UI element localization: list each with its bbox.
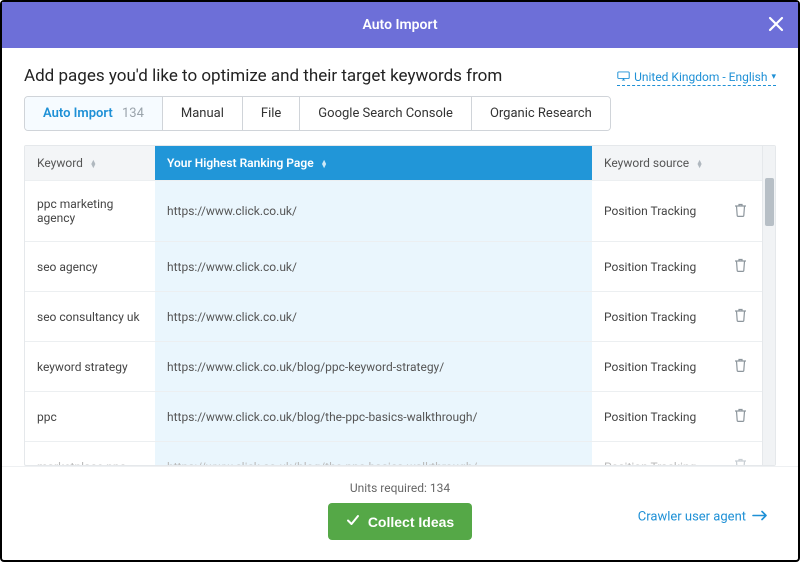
trash-icon[interactable] [734, 206, 747, 220]
cell-page: https://www.click.co.uk/ [155, 242, 592, 292]
tab-manual[interactable]: Manual [163, 97, 243, 130]
tab-label: Google Search Console [318, 106, 453, 121]
cell-delete [722, 392, 762, 442]
trash-icon[interactable] [734, 411, 747, 425]
modal-body: Add pages you'd like to optimize and the… [2, 48, 798, 466]
cell-keyword: keyword strategy [25, 342, 155, 392]
cell-delete [722, 242, 762, 292]
check-icon [346, 513, 360, 530]
locale-selector[interactable]: United Kingdom - English ▾ [617, 70, 776, 86]
sort-icon: ▲▼ [321, 160, 328, 168]
col-delete-header [722, 146, 762, 181]
cell-delete [722, 292, 762, 342]
cell-delete [722, 342, 762, 392]
cell-keyword: ppc marketing agency [25, 181, 155, 242]
chevron-down-icon: ▾ [771, 72, 776, 82]
cell-page: https://www.click.co.uk/blog/the-ppc-bas… [155, 442, 592, 466]
modal-header: Auto Import [2, 2, 798, 48]
import-tabs: Auto Import 134 Manual File Google Searc… [24, 96, 611, 131]
cell-source: Position Tracking [592, 292, 722, 342]
trash-icon[interactable] [734, 311, 747, 325]
cell-keyword: marketplace ppc [25, 442, 155, 466]
table-row: seo consultancy uk https://www.click.co.… [25, 292, 762, 342]
table-row: ppc https://www.click.co.uk/blog/the-ppc… [25, 392, 762, 442]
tab-auto-import[interactable]: Auto Import 134 [25, 97, 163, 130]
table-body: ppc marketing agency https://www.click.c… [25, 181, 762, 466]
cell-page: https://www.click.co.uk/ [155, 292, 592, 342]
subhead-text: Add pages you'd like to optimize and the… [24, 66, 502, 86]
trash-icon[interactable] [734, 261, 747, 275]
scrollbar[interactable] [762, 146, 775, 465]
col-label: Your Highest Ranking Page [167, 156, 314, 170]
sort-icon: ▲▼ [90, 160, 97, 168]
locale-label: United Kingdom - English [634, 70, 767, 84]
cell-source: Position Tracking [592, 342, 722, 392]
tab-gsc[interactable]: Google Search Console [300, 97, 472, 130]
table-row: marketplace ppc https://www.click.co.uk/… [25, 442, 762, 466]
table-row: seo agency https://www.click.co.uk/ Posi… [25, 242, 762, 292]
col-label: Keyword [37, 156, 83, 170]
subhead-row: Add pages you'd like to optimize and the… [24, 66, 776, 86]
modal-title: Auto Import [362, 17, 437, 33]
cell-delete [722, 181, 762, 242]
cell-source: Position Tracking [592, 392, 722, 442]
tab-organic-research[interactable]: Organic Research [472, 97, 610, 130]
cell-source: Position Tracking [592, 242, 722, 292]
tab-count: 134 [122, 106, 144, 121]
table-row: ppc marketing agency https://www.click.c… [25, 181, 762, 242]
cell-keyword: seo consultancy uk [25, 292, 155, 342]
scroll-thumb[interactable] [765, 178, 774, 226]
col-label: Keyword source [604, 156, 689, 170]
tab-label: Organic Research [490, 106, 592, 121]
col-keyword-header[interactable]: Keyword ▲▼ [25, 146, 155, 181]
cell-keyword: ppc [25, 392, 155, 442]
collect-ideas-button[interactable]: Collect Ideas [328, 503, 472, 540]
trash-icon[interactable] [734, 361, 747, 375]
cell-source: Position Tracking [592, 181, 722, 242]
table-scroll[interactable]: Keyword ▲▼ Your Highest Ranking Page ▲▼ … [25, 146, 762, 465]
col-source-header[interactable]: Keyword source ▲▼ [592, 146, 722, 181]
cell-page: https://www.click.co.uk/ [155, 181, 592, 242]
tab-file[interactable]: File [243, 97, 300, 130]
units-required: Units required: 134 [24, 481, 776, 495]
trash-icon[interactable] [734, 461, 747, 465]
crawler-label: Crawler user agent [638, 509, 746, 524]
keywords-table: Keyword ▲▼ Your Highest Ranking Page ▲▼ … [25, 146, 762, 465]
arrow-right-icon [752, 509, 768, 524]
cell-keyword: seo agency [25, 242, 155, 292]
table-row: keyword strategy https://www.click.co.uk… [25, 342, 762, 392]
collect-label: Collect Ideas [368, 514, 454, 530]
auto-import-modal: Auto Import Add pages you'd like to opti… [0, 0, 800, 562]
tab-label: Auto Import [43, 106, 113, 121]
cell-page: https://www.click.co.uk/blog/the-ppc-bas… [155, 392, 592, 442]
sort-icon: ▲▼ [696, 160, 703, 168]
tab-label: File [261, 106, 281, 121]
crawler-user-agent-link[interactable]: Crawler user agent [638, 509, 768, 524]
close-icon[interactable] [768, 13, 784, 37]
table-container: Keyword ▲▼ Your Highest Ranking Page ▲▼ … [24, 145, 776, 466]
tab-label: Manual [181, 106, 224, 121]
cell-source: Position Tracking [592, 442, 722, 466]
table-header-row: Keyword ▲▼ Your Highest Ranking Page ▲▼ … [25, 146, 762, 181]
cell-delete [722, 442, 762, 466]
modal-footer: Units required: 134 Collect Ideas Crawle… [2, 466, 798, 560]
cell-page: https://www.click.co.uk/blog/ppc-keyword… [155, 342, 592, 392]
col-page-header[interactable]: Your Highest Ranking Page ▲▼ [155, 146, 592, 181]
monitor-icon [617, 70, 630, 84]
